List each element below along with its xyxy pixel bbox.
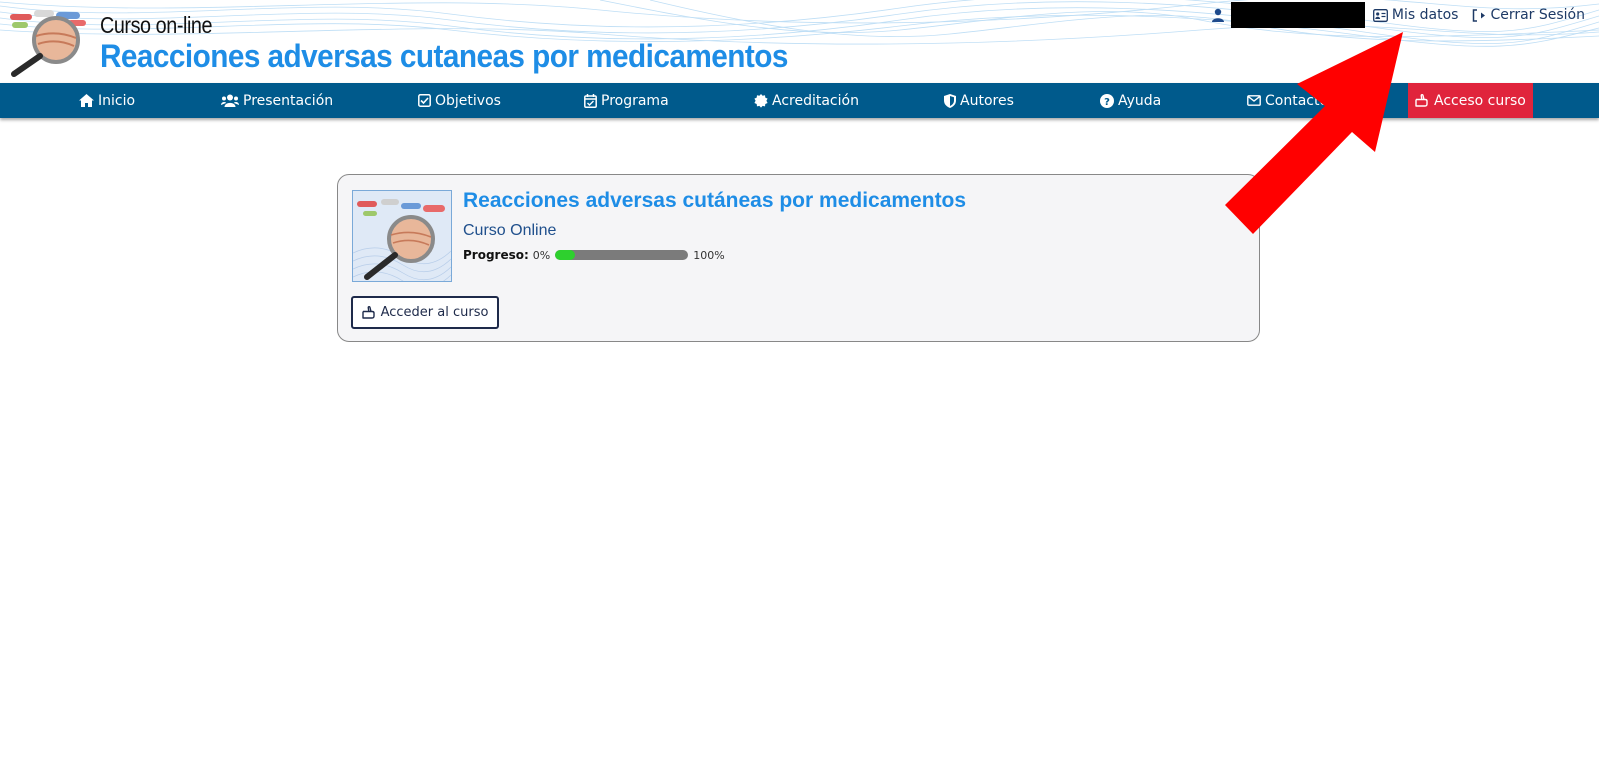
logout-link[interactable]: Cerrar Sesión	[1472, 7, 1585, 23]
course-title[interactable]: Reacciones adversas cutáneas por medicam…	[463, 189, 966, 213]
progress-label: Progreso:	[463, 248, 529, 262]
nav-label: Presentación	[243, 92, 334, 109]
nav-label: Objetivos	[435, 92, 501, 109]
course-thumbnail-image	[353, 191, 451, 281]
course-logo	[10, 10, 86, 77]
logout-label: Cerrar Sesión	[1490, 7, 1585, 23]
course-type: Curso Online	[463, 222, 557, 239]
site-title: Reacciones adversas cutaneas por medicam…	[100, 38, 788, 74]
nav-label: Autores	[960, 92, 1014, 109]
progress-row: Progreso: 0% 100%	[463, 248, 725, 262]
nav-item-acreditacion[interactable]: Acreditación	[754, 83, 859, 118]
calendar-check-icon	[584, 93, 597, 108]
access-course-button[interactable]: Acceder al curso	[351, 296, 499, 329]
certificate-icon	[754, 93, 768, 108]
sign-out-icon	[1473, 8, 1486, 22]
course-thumbnail	[352, 190, 452, 282]
user-bar: Mis datos Cerrar Sesión	[1211, 2, 1599, 28]
hand-pointer-icon	[1415, 94, 1428, 107]
nav-label: Acreditación	[772, 92, 859, 109]
username-redacted	[1230, 2, 1365, 28]
user-icon	[1211, 8, 1225, 22]
site-subtitle: Curso on-line	[100, 12, 213, 38]
progress-bar	[555, 250, 689, 260]
nav-label: Inicio	[98, 92, 136, 109]
access-course-label: Acceder al curso	[380, 305, 489, 320]
progress-bar-fill	[555, 250, 576, 260]
checkbox-icon	[418, 94, 431, 107]
nav-label: Ayuda	[1118, 92, 1162, 109]
nav-item-inicio[interactable]: Inicio	[79, 83, 135, 118]
question-icon: ?	[1100, 93, 1114, 108]
svg-text:?: ?	[1104, 97, 1110, 108]
nav-item-autores[interactable]: Autores	[944, 83, 1014, 118]
nav-item-presentacion[interactable]: Presentación	[221, 83, 333, 118]
nav-item-objetivos[interactable]: Objetivos	[418, 83, 501, 118]
hand-pointer-icon	[361, 306, 375, 319]
course-card: Reacciones adversas cutáneas por medicam…	[337, 174, 1260, 342]
nav-item-acceso-curso[interactable]: Acceso curso	[1408, 83, 1533, 118]
nav-label: Programa	[601, 92, 669, 109]
home-icon	[79, 94, 94, 107]
users-icon	[221, 94, 239, 107]
progress-max: 100%	[693, 248, 725, 262]
nav-label: Acceso curso	[1434, 92, 1526, 109]
my-data-label: Mis datos	[1391, 7, 1459, 23]
my-data-link[interactable]: Mis datos	[1372, 7, 1459, 23]
nav-item-ayuda[interactable]: ? Ayuda	[1100, 83, 1161, 118]
shield-icon	[944, 93, 956, 108]
progress-min: 0%	[532, 248, 551, 262]
red-arrow-annotation	[1225, 32, 1403, 234]
id-card-icon	[1372, 8, 1388, 22]
nav-item-programa[interactable]: Programa	[584, 83, 669, 118]
